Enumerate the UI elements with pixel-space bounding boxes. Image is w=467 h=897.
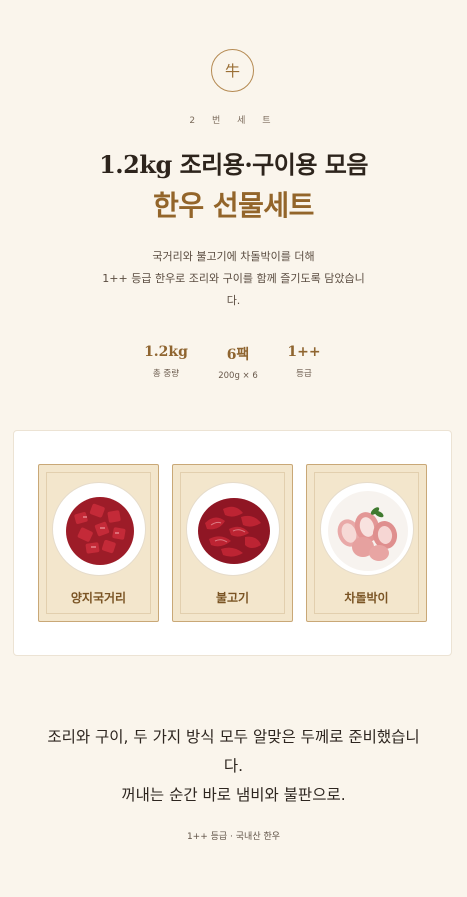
emblem-char: 牛 <box>224 62 240 80</box>
page-subtitle: 한우 선물세트 <box>153 189 314 222</box>
product-item-yangji[interactable]: 양지국거리 <box>38 464 159 622</box>
stat-value: 1++ <box>287 344 321 360</box>
set-label: 2 번 세 트 <box>189 116 278 126</box>
stat-value: 1.2kg <box>144 344 188 360</box>
description: 국거리와 불고기에 차돌박이를 더해 1++ 등급 한우로 조리와 구이를 함께… <box>80 246 387 312</box>
description-line: 다. <box>226 294 241 307</box>
tagline: 조리와 구이, 두 가지 방식 모두 알맞은 두께로 준비했습니 다. 꺼내는 … <box>0 723 467 810</box>
bulgogi-slices-photo <box>186 482 280 576</box>
stat-label: 등급 <box>296 369 312 379</box>
stat-grade: 1++ 등급 <box>264 344 344 379</box>
product-name: 양지국거리 <box>70 591 127 605</box>
description-line: 1++ 등급 한우로 조리와 구이를 함께 즐기도록 담았습니 <box>102 272 365 285</box>
tagline-line: 조리와 구이, 두 가지 방식 모두 알맞은 두께로 준비했습니 <box>47 728 420 746</box>
tagline-line: 꺼내는 순간 바로 냄비와 불판으로. <box>121 786 346 804</box>
ox-emblem-icon: 牛 <box>211 49 254 92</box>
product-name: 불고기 <box>215 591 250 605</box>
tagline-line: 다. <box>223 757 244 775</box>
stat-label: 총 중량 <box>152 369 180 379</box>
page-title: 1.2kg 조리용·구이용 모음 <box>99 150 368 179</box>
description-line: 국거리와 불고기에 차돌박이를 더해 <box>152 250 315 263</box>
brisket-rolls-photo <box>320 482 414 576</box>
product-item-bulgogi[interactable]: 불고기 <box>172 464 293 622</box>
footer-note: 1++ 등급 · 국내산 한우 <box>186 832 281 842</box>
stats-row: 1.2kg 총 중량 6팩 200g × 6 1++ 등급 <box>0 344 467 384</box>
product-item-chadol[interactable]: 차돌박이 <box>306 464 427 622</box>
beef-cubes-photo <box>52 482 146 576</box>
stat-weight: 1.2kg 총 중량 <box>126 344 206 379</box>
product-name: 차돌박이 <box>344 591 389 605</box>
